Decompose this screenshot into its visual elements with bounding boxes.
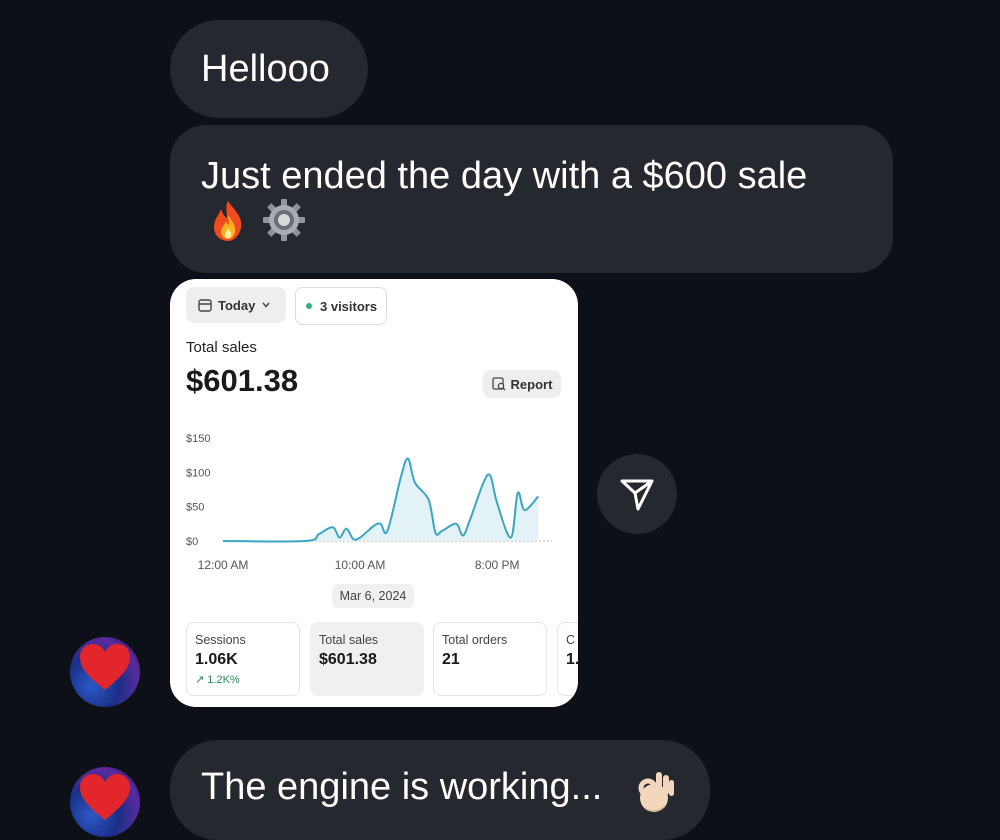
stat-label: Total sales <box>319 633 379 647</box>
x-tick-label: 10:00 AM <box>335 558 386 572</box>
x-tick-label: 8:00 PM <box>475 558 520 572</box>
live-dot <box>306 303 312 309</box>
y-tick-label: $0 <box>186 536 198 548</box>
message-text: The engine is working... <box>201 766 603 808</box>
message-text: Hellooo <box>201 48 330 90</box>
share-button[interactable] <box>597 454 677 534</box>
message-bubble-engine[interactable]: The engine is working... <box>170 740 710 840</box>
date-label: Mar 6, 2024 <box>332 584 414 608</box>
report-search-icon <box>491 377 506 391</box>
avatar[interactable] <box>70 767 140 837</box>
total-sales-value: $601.38 <box>186 363 299 398</box>
y-tick-label: $150 <box>186 433 210 445</box>
report-button[interactable]: Report <box>483 370 561 398</box>
stat-value: 21 <box>442 651 460 668</box>
report-label: Report <box>510 376 553 392</box>
stat-card-total-orders[interactable]: Total orders 21 <box>433 622 547 696</box>
stat-value: $601.38 <box>319 651 377 668</box>
heart-icon <box>78 772 132 827</box>
stat-change: ↗ 1.2K% <box>195 674 240 686</box>
ok-hand-icon <box>633 768 679 814</box>
arrow-up-right-icon: ↗ <box>195 674 205 686</box>
message-bubble-greeting[interactable]: Hellooo <box>170 20 368 118</box>
stat-label: C <box>566 633 576 647</box>
stat-card-total-sales[interactable]: Total sales $601.38 <box>310 622 424 696</box>
stat-card-truncated[interactable]: C 1. <box>557 622 578 696</box>
calendar-icon <box>198 298 212 312</box>
total-sales-label: Total sales <box>186 339 257 356</box>
paper-plane-icon <box>618 475 656 513</box>
y-tick-label: $100 <box>186 467 210 479</box>
stat-value: 1.06K <box>195 651 238 668</box>
shared-analytics-card[interactable]: Today 3 visitors Total sales $601.38 Rep… <box>170 279 578 707</box>
stat-label: Total orders <box>442 633 508 647</box>
message-bubble-sale[interactable]: Just ended the day with a $600 sale <box>170 125 893 273</box>
x-tick-label: 12:00 AM <box>198 558 249 572</box>
fire-icon <box>205 197 251 243</box>
heart-icon <box>78 642 132 697</box>
y-tick-label: $50 <box>186 502 204 514</box>
chevron-down-icon <box>261 300 271 310</box>
stat-value: 1. <box>566 651 578 668</box>
stat-card-sessions[interactable]: Sessions 1.06K ↗ 1.2K% <box>186 622 300 696</box>
stat-label: Sessions <box>195 633 246 647</box>
avatar[interactable] <box>70 637 140 707</box>
visitors-label: 3 visitors <box>320 298 378 314</box>
sales-area <box>223 458 539 542</box>
period-dropdown[interactable]: Today <box>186 287 286 323</box>
sales-chart: $150 $100 $50 $012:00 AM 10:00 AM 8:00 PM <box>186 433 552 572</box>
period-label: Today <box>218 297 256 313</box>
gear-icon <box>261 197 307 243</box>
visitors-badge: 3 visitors <box>295 287 387 325</box>
message-text: Just ended the day with a $600 sale <box>201 155 808 197</box>
